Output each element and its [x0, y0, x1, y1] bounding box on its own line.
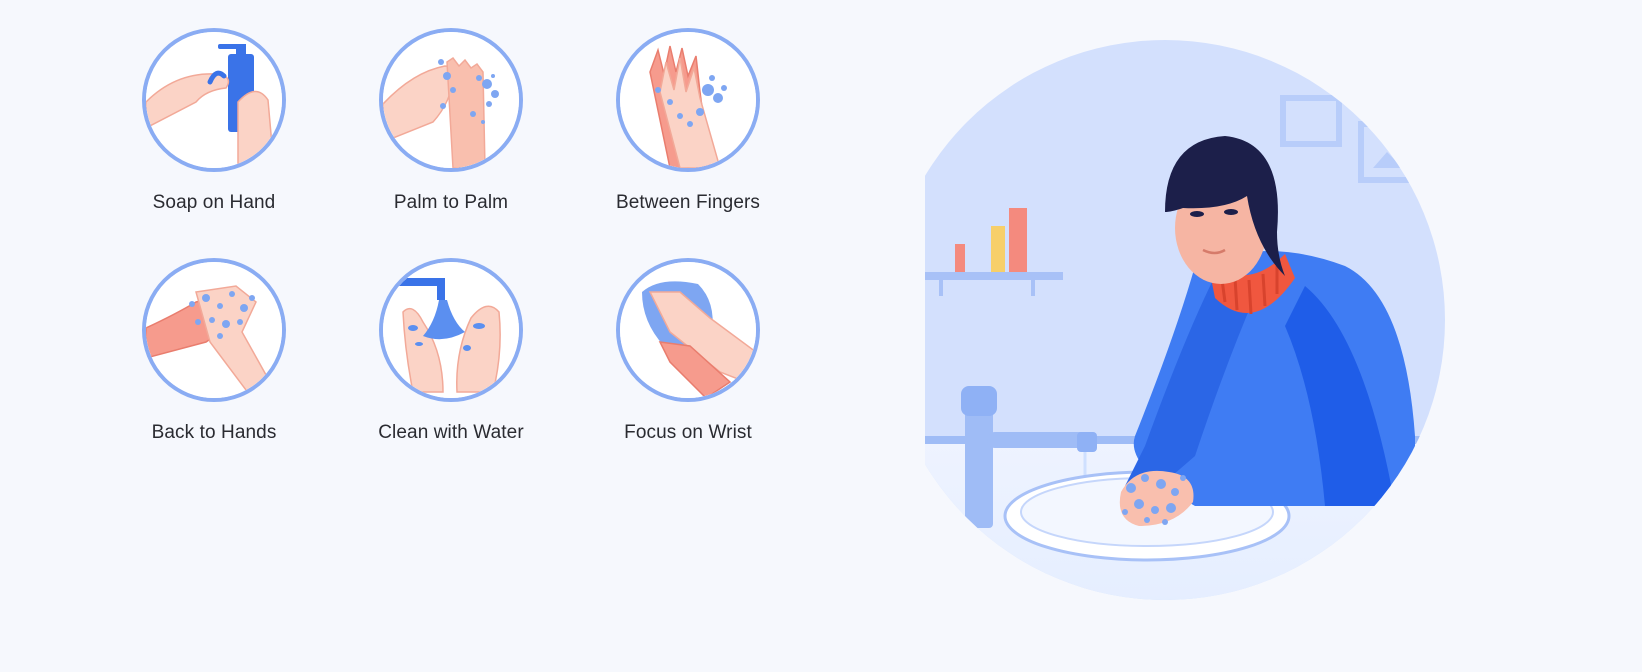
- step-palm-to-palm: Palm to Palm: [331, 28, 571, 214]
- towel-wrist-icon: [616, 258, 760, 402]
- step-label: Clean with Water: [378, 422, 524, 443]
- step-label: Palm to Palm: [393, 192, 509, 213]
- step-label: Focus on Wrist: [624, 422, 752, 443]
- rinse-water-icon: [379, 258, 523, 402]
- step-between-fingers: Between Fingers: [568, 28, 808, 214]
- soap-dispenser-hand-icon: [142, 28, 286, 172]
- handwashing-steps-page: Soap on Hand Palm to Palm Between Finger…: [0, 0, 1642, 672]
- step-soap-on-hand: Soap on Hand: [94, 28, 334, 214]
- step-label: Between Fingers: [615, 192, 761, 213]
- step-label: Soap on Hand: [152, 192, 276, 213]
- person-washing-hands-illustration: [925, 36, 1525, 636]
- step-clean-with-water: Clean with Water: [331, 258, 571, 444]
- step-back-to-hands: Back to Hands: [94, 258, 334, 444]
- palm-to-palm-icon: [379, 28, 523, 172]
- between-fingers-icon: [616, 28, 760, 172]
- back-to-hands-icon: [142, 258, 286, 402]
- step-label: Back to Hands: [151, 422, 277, 443]
- step-focus-on-wrist: Focus on Wrist: [568, 258, 808, 444]
